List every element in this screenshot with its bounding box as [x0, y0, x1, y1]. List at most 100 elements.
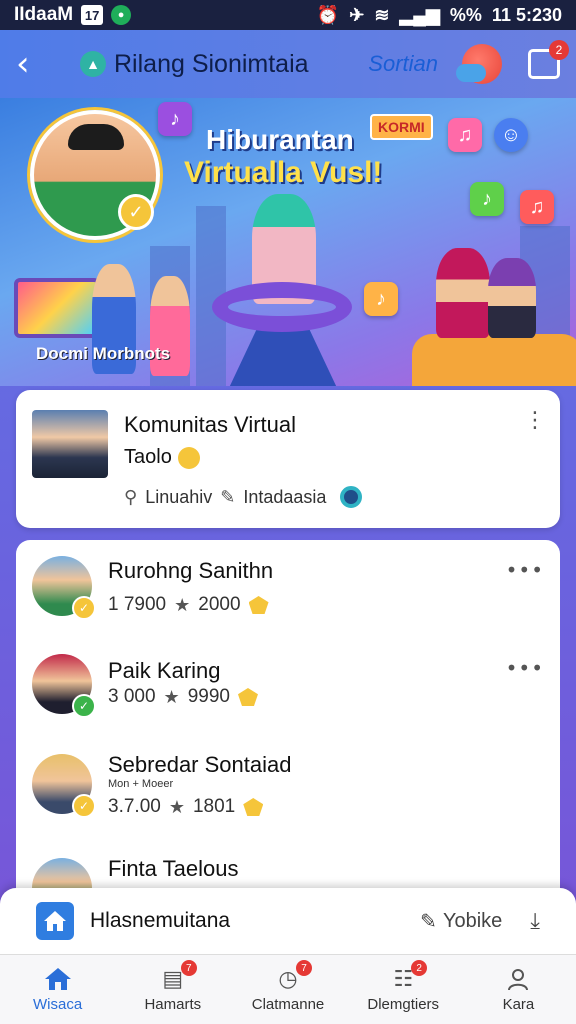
tab-badge: 7 [180, 960, 197, 976]
wifi-icon: ≋ [374, 4, 390, 25]
star-icon: ★ [174, 594, 191, 616]
search-icon[interactable]: ⚲ [124, 487, 137, 508]
banner-subtitle: Virtualla Vusl! [184, 156, 383, 189]
featured-avatar[interactable]: ✓ [30, 110, 160, 240]
home-icon [44, 966, 72, 992]
tab-label: Wisaca [33, 996, 83, 1013]
sheet-title: Hlasnemuitana [90, 909, 231, 932]
page-title: Rilang Sionimtaia [114, 49, 309, 78]
carrier-label: IIdaaM [14, 4, 74, 25]
tab-label: Dlemgtiers [367, 996, 440, 1013]
tab-label: Kara [502, 996, 535, 1013]
cart-icon [412, 334, 576, 386]
notification-badge-icon: 17 [81, 5, 104, 25]
music-note-icon: ♪ [158, 102, 192, 136]
chat-avatar-icon[interactable] [456, 44, 502, 84]
community-subtitle: Taolo [124, 446, 200, 469]
profile-icon [504, 966, 532, 992]
airplane-icon: ✈ [349, 4, 365, 25]
tab-label: Hamarts [144, 996, 202, 1013]
tab-alarm[interactable]: ◷ 7 Clatmanne [230, 955, 345, 1024]
stat-b: 9990 [187, 686, 230, 707]
gem-icon [248, 596, 269, 614]
sheet-action-button[interactable]: ✎ Yobike [420, 909, 502, 933]
avatar: ✓ [32, 654, 96, 718]
inbox-icon[interactable]: 2 [528, 40, 569, 79]
stat-a: 3.7.00 [108, 796, 161, 817]
music-note-icon: ♪ [364, 282, 398, 316]
gem-icon [243, 798, 264, 816]
tab-badge: 2 [411, 960, 428, 976]
more-options-icon[interactable]: ••• [506, 558, 544, 582]
tab-bar: Wisaca ▤ 7 Hamarts ◷ 7 Clatmanne ☷ 2 Dlemgt… [0, 954, 576, 1024]
leaderboard-list: ✓ Rurohng Sanithn 1 7900 ★ 2000 ••• ✓ Pa… [16, 540, 560, 940]
user-stats: 3.7.00 ★ 1801 [108, 796, 264, 818]
tab-home[interactable]: Wisaca [0, 955, 115, 1024]
community-actions: ⚲ Linuahiv ✎ Intadaasia [124, 486, 363, 508]
tab-schedule[interactable]: ☷ 2 Dlemgtiers [346, 955, 461, 1024]
star-icon: ★ [163, 686, 180, 708]
sort-button[interactable]: Sortian [368, 51, 438, 77]
signal-icon: ▂▄▆ [399, 4, 440, 25]
alarm-icon: ◷ 7 [274, 960, 312, 992]
tab-label: Clatmanne [251, 996, 325, 1013]
music-note-icon: ♪ [470, 182, 504, 216]
back-button[interactable]: ‹ [16, 47, 52, 81]
app-logo-icon: ▲ [80, 51, 106, 77]
edit-icon: ✎ [420, 909, 437, 933]
emoji-icon [177, 446, 200, 469]
community-subtitle-text: Taolo [124, 446, 172, 468]
community-title: Komunitas Virtual [124, 412, 297, 437]
verified-check-icon: ✓ [72, 694, 96, 718]
stat-a: 3 000 [108, 686, 156, 707]
avatar: ✓ [32, 754, 96, 818]
gem-icon [237, 688, 258, 706]
clock: 11 5:230 [491, 4, 562, 25]
user-name: Finta Taelous [108, 856, 239, 881]
collapse-icon[interactable]: ⤓ [530, 909, 540, 934]
verified-check-icon: ✓ [72, 794, 96, 818]
bottom-sheet[interactable]: Hlasnemuitana ✎ Yobike ⤓ [0, 888, 576, 954]
star-icon: ★ [168, 796, 185, 818]
link-icon[interactable]: ✎ [220, 487, 235, 508]
community-thumbnail [32, 410, 108, 478]
music-note-icon: ♫ [520, 190, 554, 224]
list-item[interactable]: ✓ Paik Karing 3 000 ★ 9990 ••• [16, 646, 560, 746]
tab-calendar[interactable]: ▤ 7 Hamarts [115, 955, 230, 1024]
promo-banner[interactable]: ♪ ♫ ♪ ♫ ♪ ☺ ✓ KORMI Hiburantan Virtualla… [0, 98, 576, 386]
user-subtitle: Mon + Moeer [108, 778, 174, 790]
fan-character [436, 248, 490, 338]
banner-tag: KORMI [370, 114, 433, 140]
user-name: Sebredar Sontaiad [108, 752, 292, 777]
more-options-icon[interactable]: ⋮ [524, 410, 546, 432]
list-item[interactable]: ✓ Sebredar Sontaiad Mon + Moeer 3.7.00 ★… [16, 746, 560, 846]
avatar: ✓ [32, 556, 96, 620]
swim-ring-icon [212, 282, 352, 332]
tab-profile[interactable]: Kara [461, 955, 576, 1024]
schedule-icon: ☷ 2 [389, 960, 428, 992]
stat-a: 1 7900 [108, 594, 167, 615]
app-status-icon: ● [111, 5, 132, 25]
community-action-1[interactable]: Linuahiv [145, 487, 212, 508]
mascot-icon: ☺ [494, 118, 528, 152]
home-icon[interactable] [36, 902, 74, 940]
fan-character [488, 258, 536, 338]
list-item[interactable]: ✓ Rurohng Sanithn 1 7900 ★ 2000 ••• [16, 546, 560, 646]
stat-b: 1801 [192, 796, 236, 817]
user-stats: 3 000 ★ 9990 [108, 686, 258, 708]
stat-b: 2000 [198, 594, 241, 615]
verified-check-icon: ✓ [72, 596, 96, 620]
tab-badge: 7 [296, 960, 312, 976]
community-card[interactable]: Komunitas Virtual Taolo ⚲ Linuahiv ✎ Int… [16, 390, 560, 528]
user-name: Rurohng Sanithn [108, 558, 274, 583]
banner-title: Hiburantan [206, 124, 354, 155]
verified-check-icon: ✓ [118, 194, 154, 230]
battery-label: %% [449, 4, 482, 25]
music-note-icon: ♫ [448, 118, 482, 152]
location-icon[interactable] [340, 486, 363, 508]
status-bar: IIdaaM 17 ● ⏰ ✈ ≋ ▂▄▆ %% 11 5:230 [0, 0, 576, 30]
community-action-2[interactable]: Intadaasia [243, 487, 326, 508]
retro-tv-icon [14, 278, 100, 338]
more-options-icon[interactable]: ••• [506, 656, 544, 680]
calendar-icon: ▤ 7 [159, 960, 197, 992]
